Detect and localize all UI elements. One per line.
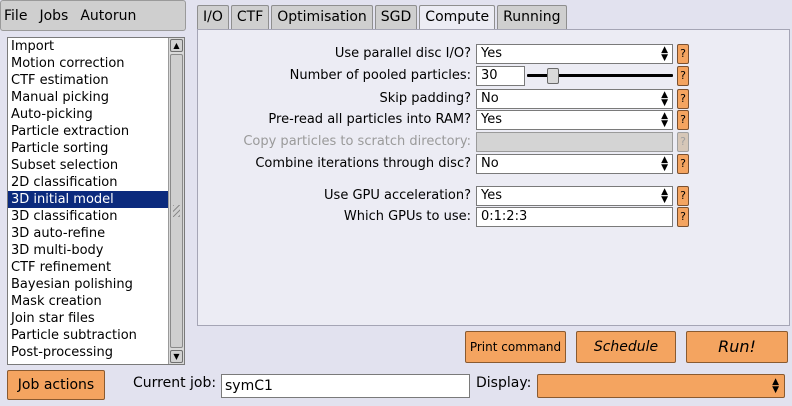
menu-jobs[interactable]: Jobs: [33, 8, 74, 24]
row-gpu: Use GPU acceleration? Yes ▲ ▼ ?: [198, 186, 789, 206]
menu-autorun[interactable]: Autorun: [74, 8, 142, 24]
current-job-input[interactable]: symC1: [221, 374, 470, 398]
list-item[interactable]: Particle sorting: [8, 140, 168, 157]
updown-arrows-icon: ▲ ▼: [661, 187, 668, 205]
list-item[interactable]: Particle extraction: [8, 123, 168, 140]
preread-select[interactable]: Yes ▲ ▼: [476, 110, 673, 130]
skip-padding-label: Skip padding?: [379, 91, 471, 106]
grip-icon: [173, 205, 180, 217]
updown-arrows-icon: ▲ ▼: [661, 45, 668, 63]
parallel-io-select[interactable]: Yes ▲ ▼: [476, 44, 673, 64]
row-gpus: Which GPUs to use: 0:1:2:3 ?: [198, 207, 789, 227]
list-item[interactable]: Auto-picking: [8, 106, 168, 123]
tab-compute[interactable]: Compute: [419, 5, 496, 30]
display-label: Display:: [476, 375, 532, 391]
list-item[interactable]: CTF refinement: [8, 259, 168, 276]
scroll-down-icon[interactable]: ▼: [170, 350, 183, 363]
preread-label: Pre-read all particles into RAM?: [268, 112, 471, 127]
help-button[interactable]: ?: [677, 66, 689, 86]
scratch-label: Copy particles to scratch directory:: [243, 134, 471, 149]
row-combine: Combine iterations through disc? No ▲ ▼ ?: [198, 154, 789, 174]
job-actions-button[interactable]: Job actions: [7, 370, 105, 400]
skip-padding-value: No: [481, 91, 499, 106]
gpu-label: Use GPU acceleration?: [324, 188, 471, 203]
updown-arrows-icon: ▲ ▼: [772, 377, 779, 395]
tab-ctf[interactable]: CTF: [230, 5, 270, 29]
job-list-scrollbar[interactable]: ▲ ▼: [168, 38, 184, 364]
preread-value: Yes: [481, 112, 502, 127]
tab-optimisation[interactable]: Optimisation: [271, 5, 373, 29]
parallel-io-label: Use parallel disc I/O?: [334, 46, 471, 61]
tab-running[interactable]: Running: [497, 5, 567, 29]
list-item[interactable]: Mask creation: [8, 293, 168, 310]
row-preread: Pre-read all particles into RAM? Yes ▲ ▼ …: [198, 110, 789, 130]
list-item[interactable]: 3D classification: [8, 208, 168, 225]
schedule-button[interactable]: Schedule: [576, 331, 676, 363]
pooled-particles-input[interactable]: 30: [476, 66, 525, 86]
list-item[interactable]: Import: [8, 38, 168, 55]
list-item[interactable]: Bayesian polishing: [8, 276, 168, 293]
pooled-particles-label: Number of pooled particles:: [289, 68, 471, 83]
tab-bar: I/O CTF Optimisation SGD Compute Running: [197, 5, 569, 30]
row-scratch: Copy particles to scratch directory: ?: [198, 132, 789, 152]
updown-arrows-icon: ▲ ▼: [661, 90, 668, 108]
print-command-button[interactable]: Print command: [465, 331, 566, 363]
help-button[interactable]: ?: [677, 207, 689, 227]
gpus-label: Which GPUs to use:: [343, 209, 471, 224]
help-button[interactable]: ?: [677, 44, 689, 64]
help-button[interactable]: ?: [677, 89, 689, 109]
tab-io[interactable]: I/O: [197, 5, 229, 29]
list-item-selected[interactable]: 3D initial model: [8, 191, 168, 208]
compute-panel: Use parallel disc I/O? Yes ▲ ▼ ? Number o…: [197, 29, 790, 326]
parallel-io-value: Yes: [481, 46, 502, 61]
list-item[interactable]: Post-processing: [8, 344, 168, 361]
list-item[interactable]: 3D auto-refine: [8, 225, 168, 242]
scratch-input: [476, 132, 673, 152]
skip-padding-select[interactable]: No ▲ ▼: [476, 89, 673, 109]
help-button[interactable]: ?: [677, 186, 689, 206]
help-button[interactable]: ?: [677, 154, 689, 174]
list-item[interactable]: 3D multi-body: [8, 242, 168, 259]
gpu-select[interactable]: Yes ▲ ▼: [476, 186, 673, 206]
gpu-value: Yes: [481, 188, 502, 203]
list-item[interactable]: Motion correction: [8, 55, 168, 72]
combine-label: Combine iterations through disc?: [255, 156, 471, 171]
help-button: ?: [677, 132, 689, 152]
row-parallel-io: Use parallel disc I/O? Yes ▲ ▼ ?: [198, 44, 789, 64]
combine-value: No: [481, 156, 499, 171]
list-item[interactable]: Join star files: [8, 310, 168, 327]
help-button[interactable]: ?: [677, 110, 689, 130]
list-item[interactable]: 2D classification: [8, 174, 168, 191]
pooled-particles-slider[interactable]: [527, 68, 673, 84]
run-button[interactable]: Run!: [686, 331, 788, 363]
tab-sgd[interactable]: SGD: [374, 5, 418, 29]
job-type-list[interactable]: Import Motion correction CTF estimation …: [7, 37, 185, 365]
menu-file[interactable]: File: [1, 8, 33, 24]
gpus-input[interactable]: 0:1:2:3: [476, 207, 673, 227]
slider-handle[interactable]: [547, 68, 559, 84]
list-item[interactable]: Particle subtraction: [8, 327, 168, 344]
list-item[interactable]: Manual picking: [8, 89, 168, 106]
list-item[interactable]: CTF estimation: [8, 72, 168, 89]
updown-arrows-icon: ▲ ▼: [661, 155, 668, 173]
scroll-thumb[interactable]: [170, 54, 183, 348]
row-skip-padding: Skip padding? No ▲ ▼ ?: [198, 89, 789, 109]
display-select[interactable]: ▲ ▼: [537, 374, 785, 398]
updown-arrows-icon: ▲ ▼: [661, 111, 668, 129]
list-item[interactable]: Subset selection: [8, 157, 168, 174]
scroll-up-icon[interactable]: ▲: [170, 39, 183, 52]
row-pooled-particles: Number of pooled particles: 30 ?: [198, 66, 789, 86]
combine-select[interactable]: No ▲ ▼: [476, 154, 673, 174]
current-job-label: Current job:: [133, 375, 217, 391]
menu-bar: File Jobs Autorun: [0, 0, 186, 31]
